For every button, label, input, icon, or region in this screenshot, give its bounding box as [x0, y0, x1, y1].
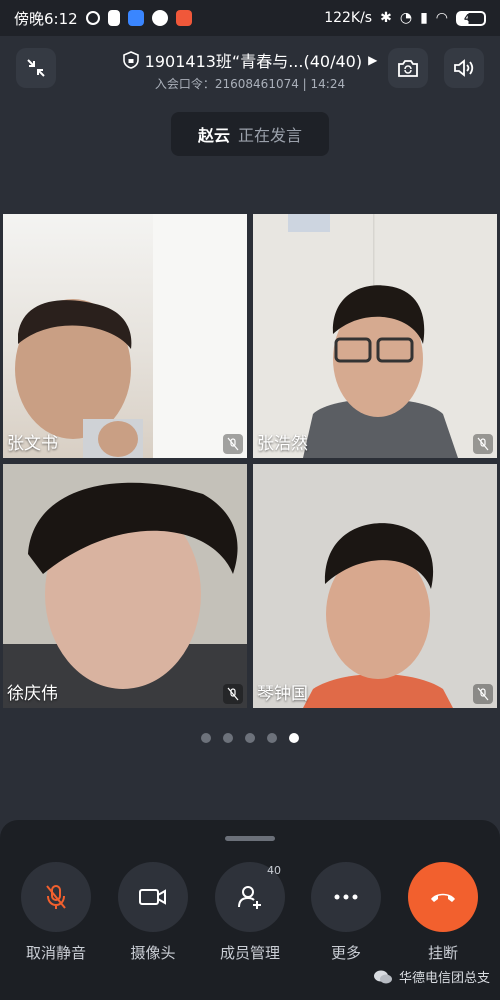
more-label: 更多	[330, 944, 361, 962]
participant-name: 徐庆伟	[7, 684, 58, 704]
page-dot[interactable]	[201, 733, 211, 743]
mic-muted-icon	[223, 434, 243, 454]
expand-arrow-icon: ▶	[368, 53, 378, 67]
camera-button[interactable]: 摄像头	[108, 862, 198, 963]
video-camera-icon	[139, 889, 166, 905]
members-count: 40	[267, 864, 281, 877]
speaker-name: 赵云	[197, 126, 230, 145]
bluetooth-icon: ✱	[380, 10, 392, 26]
message-notification-icon	[127, 10, 144, 26]
members-circle[interactable]: 40	[215, 862, 285, 932]
more-button[interactable]: 更多	[301, 862, 391, 963]
participant-video	[3, 464, 247, 708]
speaker-icon	[454, 59, 474, 77]
app-notification-icon	[85, 11, 100, 25]
participant-name: 张浩然	[257, 434, 308, 454]
signal-icon: ▮	[420, 10, 428, 26]
camera-label: 摄像头	[130, 944, 176, 962]
participant-video	[253, 464, 497, 708]
unmute-button[interactable]: 取消静音	[11, 862, 101, 963]
hangup-button[interactable]: 挂断	[398, 862, 488, 963]
shield-lock-icon	[122, 51, 139, 69]
page-dot[interactable]	[223, 733, 233, 743]
video-tile[interactable]: 琴钟国	[253, 464, 497, 708]
mic-muted-icon	[473, 434, 493, 454]
more-dots-icon	[334, 894, 358, 900]
control-panel: 取消静音 摄像头 40 成员管理 更多 挂断 华德电信团总支	[0, 820, 500, 1000]
video-tile[interactable]: 徐庆伟	[3, 464, 247, 708]
network-speed: 122K/s	[324, 10, 373, 26]
camera-circle[interactable]	[118, 862, 188, 932]
participant-video	[253, 214, 497, 458]
hangup-label: 挂断	[427, 944, 458, 962]
meeting-title: 1901413班“青春与...(40/40)	[144, 52, 363, 71]
collapse-icon	[27, 59, 45, 77]
drag-handle[interactable]	[225, 836, 275, 841]
minimize-button[interactable]	[16, 48, 56, 88]
more-circle[interactable]	[311, 862, 381, 932]
wechat-watermark: 华德电信团总支	[373, 967, 490, 986]
mic-muted-icon	[223, 684, 243, 704]
active-speaker-banner: 赵云 正在发言	[171, 112, 329, 156]
status-bar: 傍晚6:12 122K/s ✱ ◔ ▮ ◠ 41	[0, 0, 500, 36]
video-tile[interactable]: 张文书	[3, 214, 247, 458]
wechat-icon	[373, 970, 392, 983]
status-time: 傍晚6:12	[14, 9, 78, 28]
participant-video	[15, 214, 247, 458]
participant-name: 张文书	[7, 434, 58, 454]
participant-name: 琴钟国	[257, 684, 308, 704]
camera-switch-icon	[398, 60, 418, 77]
unmute-circle[interactable]	[21, 862, 91, 932]
shield-notification-icon	[107, 10, 120, 26]
meeting-title-area[interactable]: 1901413班“青春与...(40/40) ▶ 入会口令：2160846107…	[80, 48, 420, 92]
speaker-button[interactable]	[444, 48, 484, 88]
page-dot-active[interactable]	[289, 733, 299, 743]
switch-camera-button[interactable]	[388, 48, 428, 88]
meeting-code: 入会口令：21608461074 | 14:24	[154, 77, 346, 91]
battery-icon: 41	[456, 10, 486, 26]
page-dot[interactable]	[245, 733, 255, 743]
mic-off-icon	[46, 885, 66, 909]
meeting-header: 1901413班“青春与...(40/40) ▶ 入会口令：2160846107…	[0, 36, 500, 100]
alarm-icon: ◔	[399, 10, 413, 26]
video-tile[interactable]: 张浩然	[253, 214, 497, 458]
send-notification-icon	[151, 10, 168, 26]
members-button[interactable]: 40 成员管理	[205, 862, 295, 963]
phone-hangup-icon	[431, 893, 455, 902]
hangup-circle[interactable]	[408, 862, 478, 932]
page-dot[interactable]	[267, 733, 277, 743]
add-member-icon	[238, 886, 261, 909]
mic-muted-icon	[473, 684, 493, 704]
battery-level: 41	[464, 12, 478, 24]
speaker-status: 正在发言	[238, 126, 303, 145]
page-indicator[interactable]	[0, 733, 500, 743]
members-label: 成员管理	[219, 944, 280, 962]
watermark-text: 华德电信团总支	[398, 971, 490, 986]
app-badge-icon	[175, 10, 192, 26]
unmute-label: 取消静音	[25, 944, 86, 962]
wifi-icon: ◠	[435, 10, 448, 26]
